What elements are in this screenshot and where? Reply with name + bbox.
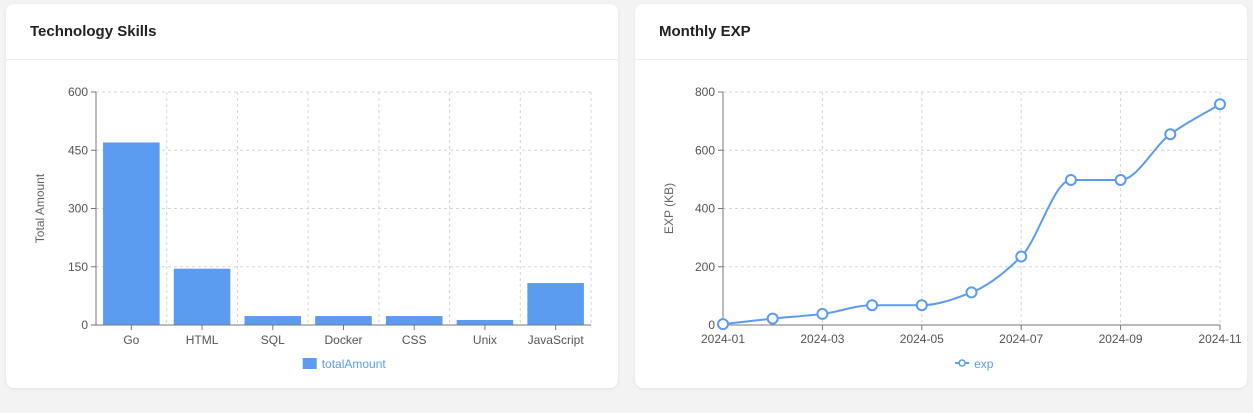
monthly-exp-card: Monthly EXP 0 200 400 600 800 2024-01 2024-03 2… bbox=[635, 4, 1247, 388]
data-point-2024-02 bbox=[766, 312, 779, 325]
data-point-2024-03 bbox=[816, 307, 829, 320]
bar-unix bbox=[456, 319, 514, 325]
bar-css bbox=[385, 316, 443, 325]
y-tick-label: 400 bbox=[695, 202, 715, 216]
legend-swatch bbox=[302, 358, 317, 369]
y-tick-label: 800 bbox=[695, 85, 715, 99]
x-tick-label: Go bbox=[123, 333, 139, 347]
y-tick-label: 0 bbox=[81, 318, 88, 332]
y-tick-label: 150 bbox=[68, 260, 88, 274]
y-tick-label: 600 bbox=[68, 85, 88, 99]
bar-javascript bbox=[527, 283, 584, 325]
data-point-2024-09 bbox=[1114, 173, 1127, 186]
x-tick-label: 2024-03 bbox=[800, 332, 844, 346]
y-tick-label: 600 bbox=[695, 143, 715, 157]
data-point-2024-01 bbox=[717, 318, 729, 331]
legend-label: totalAmount bbox=[322, 357, 387, 371]
bar-sql bbox=[244, 316, 302, 325]
legend-label: exp bbox=[974, 357, 994, 371]
data-point-2024-04 bbox=[866, 299, 879, 312]
data-point-2024-06 bbox=[965, 286, 978, 299]
technology-skills-card: Technology Skills 0 150 300 450 600 Go HTML SQL… bbox=[6, 4, 618, 388]
x-tick-label: 2024-05 bbox=[900, 332, 944, 346]
data-point-2024-07 bbox=[1015, 250, 1028, 263]
x-tick-label: Unix bbox=[473, 333, 497, 347]
x-tick-label: 2024-07 bbox=[999, 332, 1043, 346]
x-tick-label: 2024-11 bbox=[1198, 332, 1241, 346]
data-point-2024-05 bbox=[915, 299, 928, 312]
data-point-2024-11 bbox=[1214, 98, 1226, 111]
x-tick-label: SQL bbox=[261, 333, 285, 347]
line-chart: 0 200 400 600 800 2024-01 2024-03 2024-05 2024-0… bbox=[662, 85, 1242, 371]
bar-go bbox=[103, 142, 160, 325]
x-tick-label: 2024-09 bbox=[1099, 332, 1143, 346]
y-axis-title: Total Amount bbox=[33, 173, 47, 243]
data-point-2024-08 bbox=[1064, 173, 1077, 186]
x-tick-label: CSS bbox=[402, 333, 427, 347]
bar-docker bbox=[315, 316, 372, 325]
x-tick-label: 2024-01 bbox=[701, 332, 745, 346]
x-tick-label: JavaScript bbox=[528, 333, 585, 347]
y-axis-title: EXP (KB) bbox=[662, 183, 676, 234]
data-point-2024-10 bbox=[1164, 128, 1177, 141]
x-tick-label: Docker bbox=[324, 333, 362, 347]
y-tick-label: 300 bbox=[68, 202, 88, 216]
x-tick-label: HTML bbox=[186, 333, 219, 347]
y-tick-label: 450 bbox=[68, 143, 88, 157]
bar-chart: 0 150 300 450 600 Go HTML SQL Docker CSS Unix JavaS… bbox=[33, 85, 592, 371]
bar-html bbox=[173, 268, 231, 325]
y-tick-label: 200 bbox=[695, 260, 715, 274]
legend-marker bbox=[958, 359, 966, 367]
y-tick-label: 0 bbox=[708, 318, 715, 332]
